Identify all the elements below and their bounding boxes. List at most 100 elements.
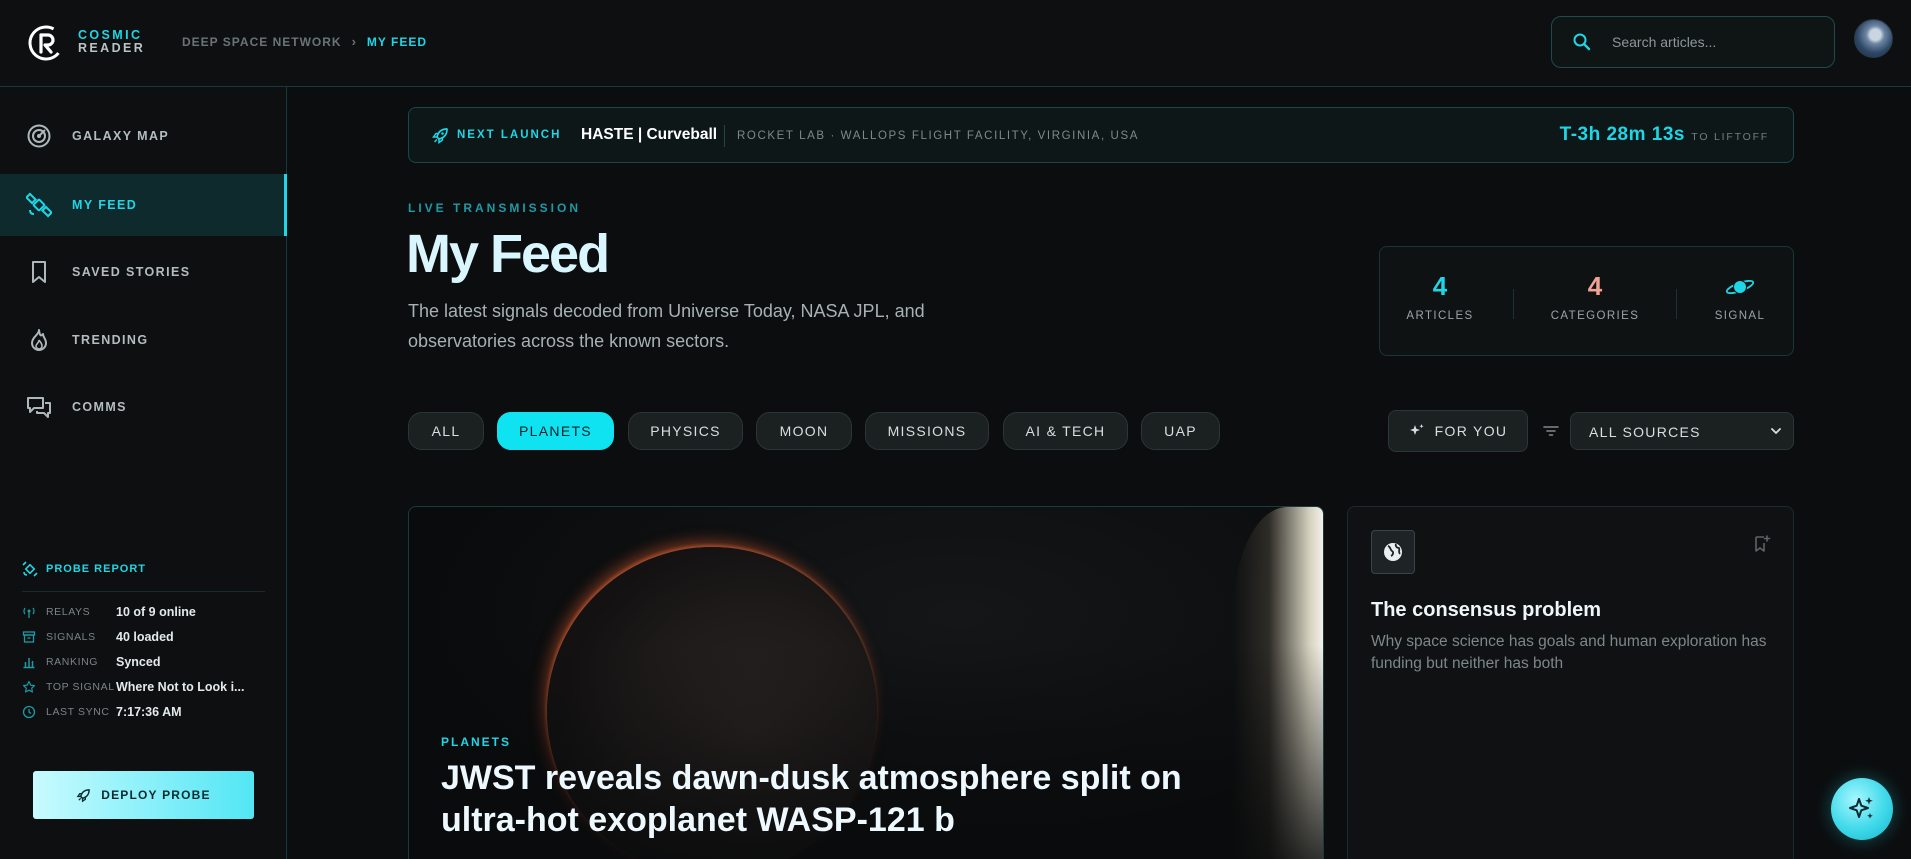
search-box[interactable] — [1551, 16, 1835, 68]
source-select[interactable]: ALL SOURCES — [1570, 412, 1794, 450]
probe-row-signals: SIGNALS 40 loaded — [22, 628, 272, 646]
probe-report-divider — [22, 591, 265, 592]
probe-row-relays: RELAYS 10 of 9 online — [22, 603, 272, 621]
filter-chip-ai-tech[interactable]: AI & TECH — [1003, 412, 1128, 450]
sidebar-item-label: COMMS — [72, 400, 127, 414]
search-input[interactable] — [1612, 17, 1822, 67]
cosmic-reader-logo-icon[interactable] — [28, 25, 64, 61]
probe-key: SIGNALS — [46, 631, 96, 643]
for-you-label: FOR YOU — [1434, 423, 1508, 439]
ai-assistant-button[interactable] — [1831, 778, 1893, 840]
launch-divider — [724, 125, 725, 147]
launch-location: ROCKET LAB · WALLOPS FLIGHT FACILITY, VI… — [737, 130, 1139, 142]
probe-report-label: PROBE REPORT — [46, 563, 147, 575]
article-title[interactable]: JWST reveals dawn-dusk atmosphere split … — [441, 757, 1201, 841]
probe-report-title: PROBE REPORT — [22, 561, 146, 577]
filter-chip-moon[interactable]: MOON — [756, 412, 852, 450]
filter-icon[interactable] — [1542, 422, 1560, 440]
probe-key: LAST SYNC — [46, 706, 110, 718]
globe-icon — [1384, 543, 1402, 561]
stat-articles-label: ARTICLES — [1406, 310, 1474, 322]
sparkle-icon — [1849, 797, 1873, 819]
filter-chip-planets[interactable]: PLANETS — [497, 412, 614, 450]
bar-chart-icon — [23, 658, 35, 669]
stat-categories: 4 CATEGORIES — [1530, 247, 1660, 357]
sidebar: GALAXY MAP MY FEED SAVED STORIES TRENDIN… — [0, 87, 287, 859]
featured-article-card[interactable]: PLANETS JWST reveals dawn-dusk atmospher… — [408, 506, 1324, 859]
next-launch-label: NEXT LAUNCH — [457, 129, 562, 141]
launch-mission-name: HASTE | Curveball — [581, 126, 718, 143]
clock-icon — [22, 705, 36, 719]
article-source-badge — [1371, 530, 1415, 574]
sidebar-item-label: GALAXY MAP — [72, 129, 170, 143]
launch-countdown-suffix: TO LIFTOFF — [1691, 131, 1769, 143]
user-avatar[interactable] — [1854, 19, 1893, 58]
article-description: Why space science has goals and human ex… — [1371, 633, 1767, 672]
launch-countdown: T-3h 28m 13s — [1559, 124, 1685, 145]
for-you-button[interactable]: FOR YOU — [1388, 410, 1528, 452]
satellite-icon — [22, 561, 38, 577]
filter-chip-missions[interactable]: MISSIONS — [865, 412, 989, 450]
probe-value: 10 of 9 online — [116, 605, 196, 619]
antenna-icon — [23, 607, 35, 618]
article-title[interactable]: The consensus problem — [1371, 599, 1601, 622]
archive-icon — [22, 631, 36, 643]
probe-row-last-sync: LAST SYNC 7:17:36 AM — [22, 703, 272, 721]
breadcrumb-current: MY FEED — [366, 34, 428, 49]
stat-signal-label: SIGNAL — [1714, 310, 1766, 322]
probe-row-top-signal: TOP SIGNAL Where Not to Look i... — [22, 678, 272, 696]
sidebar-item-trending[interactable]: TRENDING — [0, 309, 287, 371]
stat-articles: 4 ARTICLES — [1380, 247, 1500, 357]
next-launch-banner[interactable]: NEXT LAUNCH HASTE | Curveball ROCKET LAB… — [408, 107, 1794, 163]
brand-line-2: READER — [78, 41, 146, 55]
stat-divider — [1513, 289, 1514, 319]
bookmark-add-icon[interactable] — [1753, 535, 1771, 553]
source-select-value: ALL SOURCES — [1589, 424, 1701, 440]
probe-row-ranking: RANKING Synced — [22, 653, 272, 671]
planet-icon — [1725, 280, 1755, 294]
chevron-down-icon — [1771, 428, 1781, 434]
filter-chip-uap[interactable]: UAP — [1141, 412, 1220, 450]
probe-value: 7:17:36 AM — [116, 705, 182, 719]
stat-articles-value: 4 — [1432, 271, 1448, 301]
breadcrumb-chevron-icon: › — [351, 34, 357, 49]
stat-categories-label: CATEGORIES — [1550, 310, 1640, 322]
chat-icon — [27, 397, 51, 418]
breadcrumb-root[interactable]: DEEP SPACE NETWORK — [182, 35, 342, 49]
breadcrumb: DEEP SPACE NETWORK › MY FEED — [182, 34, 427, 49]
sidebar-item-my-feed[interactable]: MY FEED — [0, 174, 287, 236]
page-title: My Feed — [406, 224, 610, 284]
deploy-probe-label: DEPLOY PROBE — [101, 788, 211, 802]
stat-divider — [1676, 289, 1677, 319]
search-icon — [1573, 33, 1591, 51]
probe-key: TOP SIGNAL — [46, 681, 115, 693]
deploy-probe-button[interactable]: DEPLOY PROBE — [33, 771, 254, 819]
stat-signal: SIGNAL — [1690, 247, 1790, 357]
sidebar-item-galaxy-map[interactable]: GALAXY MAP — [0, 105, 287, 167]
rocket-icon — [432, 128, 448, 144]
sparkle-icon — [1409, 424, 1424, 435]
feed-stats-panel: 4 ARTICLES 4 CATEGORIES SIGNAL — [1379, 246, 1794, 356]
probe-key: RELAYS — [46, 606, 91, 618]
stat-categories-value: 4 — [1587, 271, 1603, 301]
radar-icon — [27, 124, 51, 148]
sidebar-item-saved-stories[interactable]: SAVED STORIES — [0, 241, 287, 303]
article-card[interactable]: The consensus problem Why space science … — [1347, 506, 1794, 859]
probe-value: Where Not to Look i... — [116, 680, 245, 694]
satellite-icon — [26, 192, 52, 218]
star-icon — [22, 680, 36, 693]
sidebar-item-comms[interactable]: COMMS — [0, 376, 287, 438]
sidebar-item-label: TRENDING — [72, 333, 149, 347]
page-eyebrow: LIVE TRANSMISSION — [408, 201, 582, 215]
brand-name[interactable]: COSMIC READER — [78, 29, 145, 55]
probe-key: RANKING — [46, 656, 99, 668]
probe-value: 40 loaded — [116, 630, 174, 644]
bookmark-icon — [32, 261, 46, 283]
filter-chip-physics[interactable]: PHYSICS — [628, 412, 743, 450]
probe-value: Synced — [116, 655, 161, 669]
sidebar-item-label: SAVED STORIES — [72, 265, 191, 279]
flame-icon — [31, 329, 47, 351]
filter-chip-all[interactable]: ALL — [408, 412, 484, 450]
page-subtitle: The latest signals decoded from Universe… — [408, 301, 925, 351]
article-category: PLANETS — [441, 735, 512, 749]
